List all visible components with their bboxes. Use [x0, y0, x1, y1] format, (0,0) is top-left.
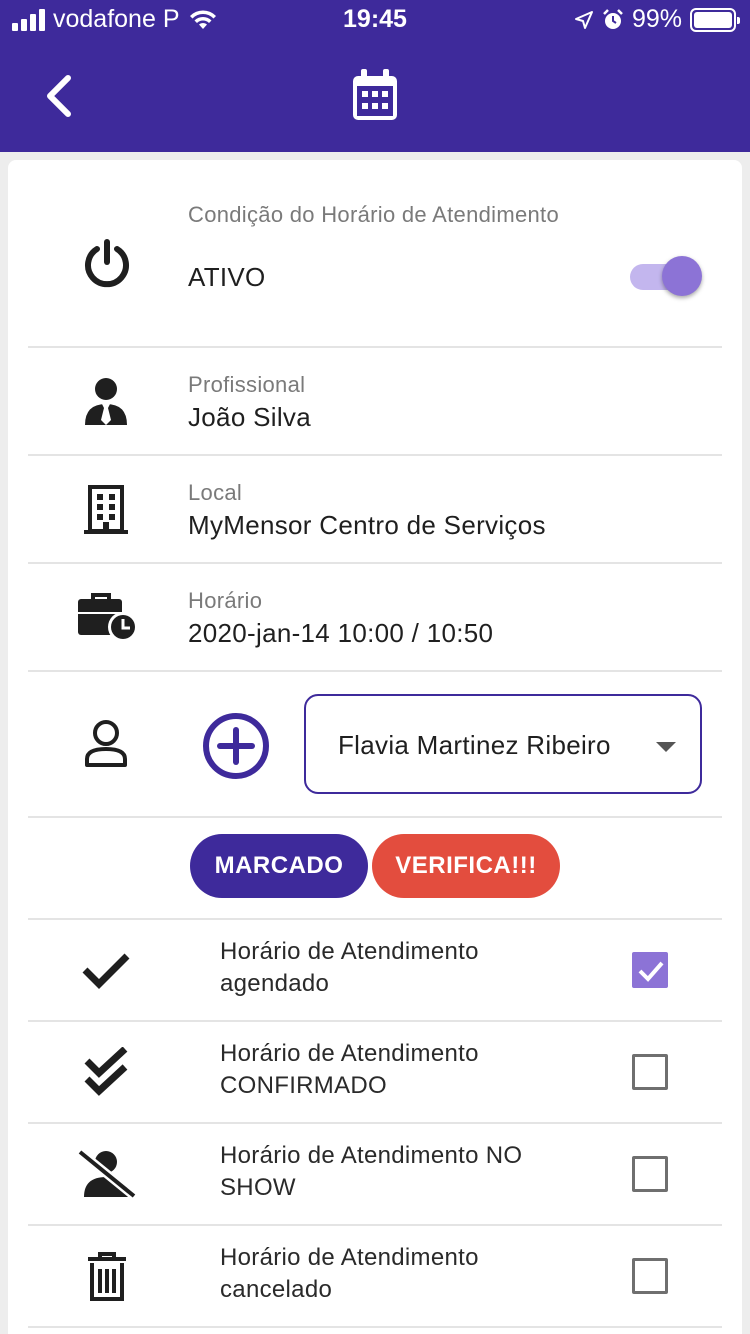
status-text: Horário de Atendimento NO SHOW — [220, 1140, 600, 1204]
client-row: Flavia Martinez Ribeiro — [28, 672, 722, 818]
status-line2: SHOW — [220, 1174, 296, 1201]
client-dropdown[interactable]: Flavia Martinez Ribeiro — [304, 694, 702, 794]
status-line2: agendado — [220, 970, 330, 997]
toggle-knob — [662, 256, 702, 296]
status-line1: Horário de Atendimento — [220, 1244, 479, 1271]
condition-row: Condição do Horário de Atendimento ATIVO — [28, 160, 722, 348]
location-label: Local — [188, 480, 243, 505]
app-bar — [0, 40, 750, 152]
marked-button[interactable]: MARCADO — [190, 834, 368, 898]
condition-toggle[interactable] — [628, 256, 702, 296]
person-off-icon — [76, 1148, 138, 1200]
battery-percent: 99% — [631, 5, 682, 33]
location-arrow-icon — [574, 10, 593, 29]
status-bar: vodafone P 19:45 99% — [0, 0, 750, 40]
back-button[interactable] — [36, 70, 80, 122]
person-outline-icon — [82, 718, 130, 770]
professional-value: João Silva — [188, 402, 311, 432]
client-selected: Flavia Martinez Ribeiro — [338, 730, 611, 760]
condition-value: ATIVO — [188, 262, 266, 292]
trash-icon — [84, 1250, 130, 1304]
checkmark-icon — [638, 961, 664, 982]
status-item: Horário de Atendimento NO SHOW — [28, 1124, 722, 1226]
alarm-icon — [603, 8, 623, 29]
status-checkbox[interactable] — [632, 952, 668, 988]
briefcase-clock-icon — [76, 592, 140, 644]
location-value: MyMensor Centro de Serviços — [188, 510, 546, 540]
status-text: Horário de Atendimento agendado — [220, 936, 600, 1000]
status-text: Horário de Atendimento cancelado — [220, 1242, 600, 1306]
dropdown-caret-icon — [656, 742, 676, 752]
schedule-label: Horário — [188, 588, 263, 613]
schedule-row: Horário 2020-jan-14 10:00 / 10:50 — [28, 564, 722, 672]
verify-button[interactable]: VERIFICA!!! — [372, 834, 560, 898]
status-line1: Horário de Atendimento NO — [220, 1142, 523, 1169]
status-line1: Horário de Atendimento — [220, 1040, 479, 1067]
check-icon — [80, 948, 132, 992]
schedule-value: 2020-jan-14 10:00 / 10:50 — [188, 618, 494, 648]
professional-row: Profissional João Silva — [28, 348, 722, 456]
add-client-button[interactable] — [202, 712, 270, 780]
status-line2: cancelado — [220, 1276, 333, 1303]
power-icon — [80, 236, 134, 290]
status-item: Horário de Atendimento CONFIRMADO — [28, 1022, 722, 1124]
status-item: Horário de Atendimento agendado — [28, 920, 722, 1022]
status-buttons-row: MARCADO VERIFICA!!! — [28, 818, 722, 920]
status-checkbox[interactable] — [632, 1258, 668, 1294]
appointment-card: Condição do Horário de Atendimento ATIVO… — [8, 160, 742, 1334]
status-line1: Horário de Atendimento — [220, 938, 479, 965]
status-right: 99% — [574, 5, 740, 34]
professional-label: Profissional — [188, 372, 306, 397]
status-text: Horário de Atendimento CONFIRMADO — [220, 1038, 600, 1102]
status-checkbox[interactable] — [632, 1156, 668, 1192]
location-row: Local MyMensor Centro de Serviços — [28, 456, 722, 564]
person-tie-icon — [82, 376, 130, 428]
add-circle-icon — [203, 713, 269, 779]
battery-icon — [690, 7, 740, 32]
condition-label: Condição do Horário de Atendimento — [188, 202, 559, 227]
status-line2: CONFIRMADO — [220, 1072, 387, 1099]
calendar-icon — [353, 69, 397, 120]
double-check-icon — [82, 1046, 132, 1098]
status-item: Horário de Atendimento cancelado — [28, 1226, 722, 1328]
chevron-left-icon — [47, 75, 71, 117]
building-icon — [84, 484, 128, 536]
status-checkbox[interactable] — [632, 1054, 668, 1090]
